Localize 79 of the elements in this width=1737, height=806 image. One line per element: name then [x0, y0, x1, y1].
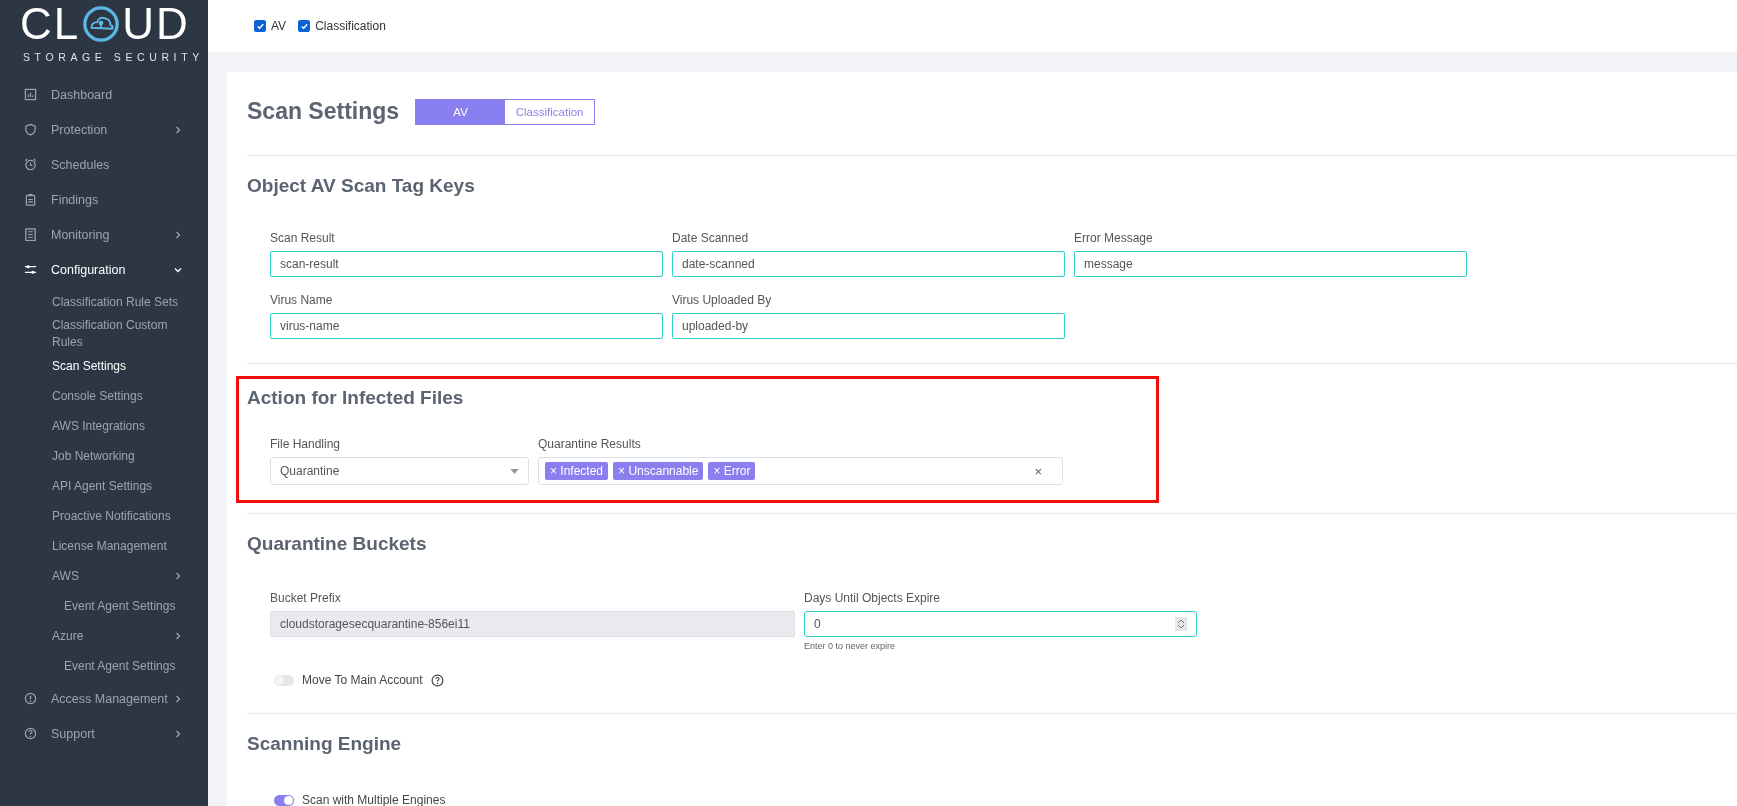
field-label: Date Scanned: [672, 231, 750, 245]
help-text: Enter 0 to never expire: [804, 641, 897, 651]
input-field[interactable]: scan-result: [270, 251, 663, 277]
field-label: Scan Result: [270, 231, 336, 245]
checkbox-label: Classification: [315, 19, 386, 33]
sidebar-item[interactable]: Findings: [0, 182, 208, 217]
input-field[interactable]: date-scanned: [672, 251, 1065, 277]
sidebar-subitem[interactable]: Proactive Notifications: [0, 501, 208, 531]
page-title: Scan Settings: [247, 98, 400, 125]
sidebar-item[interactable]: Support: [0, 716, 208, 751]
tag[interactable]: × Unscannable: [613, 462, 704, 480]
logo-text: UD: [122, 4, 190, 44]
toggle-switch[interactable]: [274, 674, 294, 686]
section-title: Quarantine Buckets: [247, 533, 428, 555]
input-field[interactable]: uploaded-by: [672, 313, 1065, 339]
section-title: Object AV Scan Tag Keys: [247, 175, 476, 197]
sidebar-subitem[interactable]: Scan Settings: [0, 351, 208, 381]
chevron-right-icon: [174, 694, 182, 703]
stepper-icon: [1175, 617, 1187, 631]
logo-tagline: STORAGE SECURITY: [23, 51, 205, 63]
sidebar-item[interactable]: Configuration: [0, 252, 208, 287]
chevron-right-icon: [174, 125, 182, 134]
chevron-right-icon: [174, 230, 182, 239]
section-title: Scanning Engine: [247, 733, 403, 755]
chevron-right-icon: [174, 729, 182, 738]
sidebar-subitem[interactable]: Console Settings: [0, 381, 208, 411]
sidebar-item[interactable]: Dashboard: [0, 77, 208, 112]
clipboard-icon: [24, 193, 37, 206]
number-field[interactable]: 0: [804, 611, 1197, 637]
chevron-right-icon: [174, 572, 182, 580]
tag[interactable]: × Error: [708, 462, 756, 480]
dropdown[interactable]: Quarantine: [270, 457, 529, 485]
sidebar-item[interactable]: Schedules: [0, 147, 208, 182]
sidebar-subitem[interactable]: Event Agent Settings: [0, 651, 208, 681]
sidebar-subitem[interactable]: Job Networking: [0, 441, 208, 471]
sidebar-subitem[interactable]: Classification Rule Sets: [0, 287, 208, 317]
info-icon: [24, 692, 37, 705]
sidebar-subitem[interactable]: License Management: [0, 531, 208, 561]
tab[interactable]: AV: [416, 99, 506, 124]
sidebar-subitem[interactable]: Event Agent Settings: [0, 591, 208, 621]
sidebar-item[interactable]: Monitoring: [0, 217, 208, 252]
field-label: File Handling: [270, 437, 342, 451]
sidebar-item[interactable]: Access Management: [0, 681, 208, 716]
field-label: Error Message: [1074, 231, 1154, 245]
field-label: Bucket Prefix: [270, 591, 342, 605]
chevron-down-icon: [174, 265, 182, 274]
field-label: Days Until Objects Expire: [804, 591, 942, 605]
help-icon: [24, 727, 37, 740]
section-title: Action for Infected Files: [247, 387, 465, 409]
tag[interactable]: × Infected: [545, 462, 609, 480]
sidebar-subitem[interactable]: Classification Custom Rules: [0, 317, 208, 351]
clear-button[interactable]: ×: [1034, 463, 1042, 479]
toggle-label: Move To Main Account: [302, 673, 423, 687]
caret-down-icon: [510, 468, 519, 474]
sidebar-subitem[interactable]: API Agent Settings: [0, 471, 208, 501]
sidebar-subitem[interactable]: AWS Integrations: [0, 411, 208, 441]
input-field[interactable]: virus-name: [270, 313, 663, 339]
multi-select-field[interactable]: × Infected × Unscannable × Error ×: [538, 457, 1063, 485]
cloud-lock-icon: [82, 5, 121, 43]
checkbox[interactable]: [254, 20, 266, 32]
field-label: Virus Name: [270, 293, 334, 307]
sidebar-subitem[interactable]: Azure: [0, 621, 208, 651]
chevron-right-icon: [174, 632, 182, 640]
sidebar-item[interactable]: Protection: [0, 112, 208, 147]
input-field[interactable]: message: [1074, 251, 1467, 277]
alarm-clock-icon: [24, 158, 37, 171]
field-label: Virus Uploaded By: [672, 293, 773, 307]
field-label: Quarantine Results: [538, 437, 642, 451]
checkbox[interactable]: [298, 20, 311, 32]
checkbox-label: AV: [271, 19, 287, 33]
toggle-switch[interactable]: [274, 794, 294, 806]
logo-text: CL: [20, 4, 81, 44]
toggle-label: Scan with Multiple Engines: [302, 793, 446, 806]
chart-icon: [24, 88, 37, 101]
sidebar-subitem[interactable]: AWS: [0, 561, 208, 591]
sliders-icon: [24, 263, 37, 276]
shield-icon: [24, 123, 37, 136]
document-icon: [24, 228, 37, 241]
help-icon[interactable]: [430, 673, 444, 687]
